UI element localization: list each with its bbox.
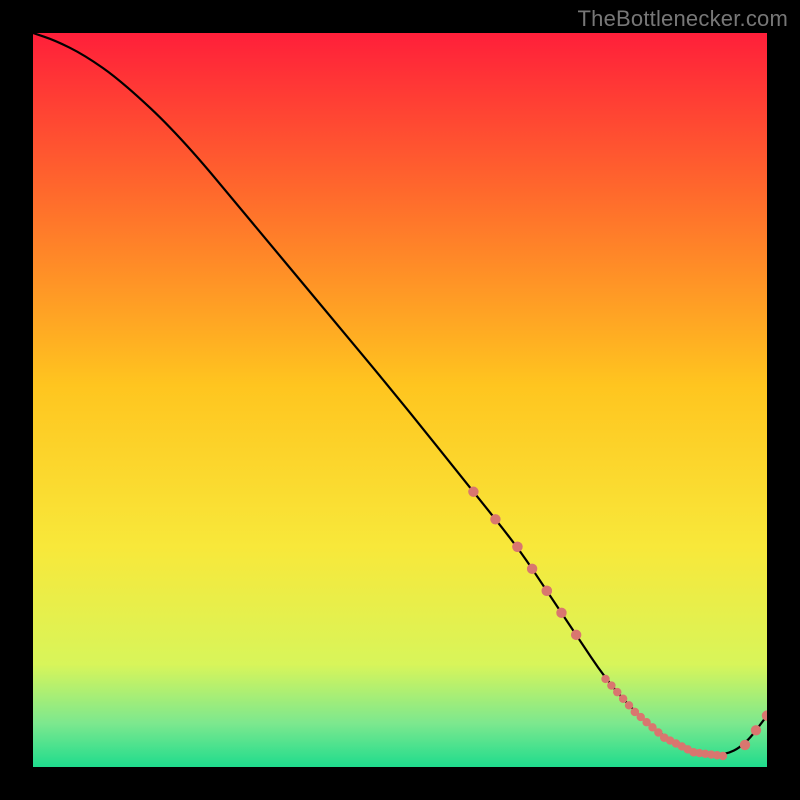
data-marker: [556, 608, 566, 618]
data-marker: [542, 586, 552, 596]
data-marker: [613, 688, 621, 696]
data-marker: [607, 681, 615, 689]
data-marker: [625, 701, 633, 709]
data-marker: [740, 740, 750, 750]
data-marker: [512, 542, 522, 552]
data-marker: [571, 630, 581, 640]
data-marker: [719, 752, 727, 760]
chart-stage: TheBottlenecker.com: [0, 0, 800, 800]
plot-area: [33, 33, 767, 767]
data-marker: [527, 564, 537, 574]
data-marker: [601, 675, 609, 683]
data-marker: [468, 487, 478, 497]
data-marker: [751, 725, 761, 735]
data-marker: [619, 695, 627, 703]
attribution-label: TheBottlenecker.com: [578, 6, 788, 32]
plot-svg: [33, 33, 767, 767]
data-marker: [490, 514, 500, 524]
